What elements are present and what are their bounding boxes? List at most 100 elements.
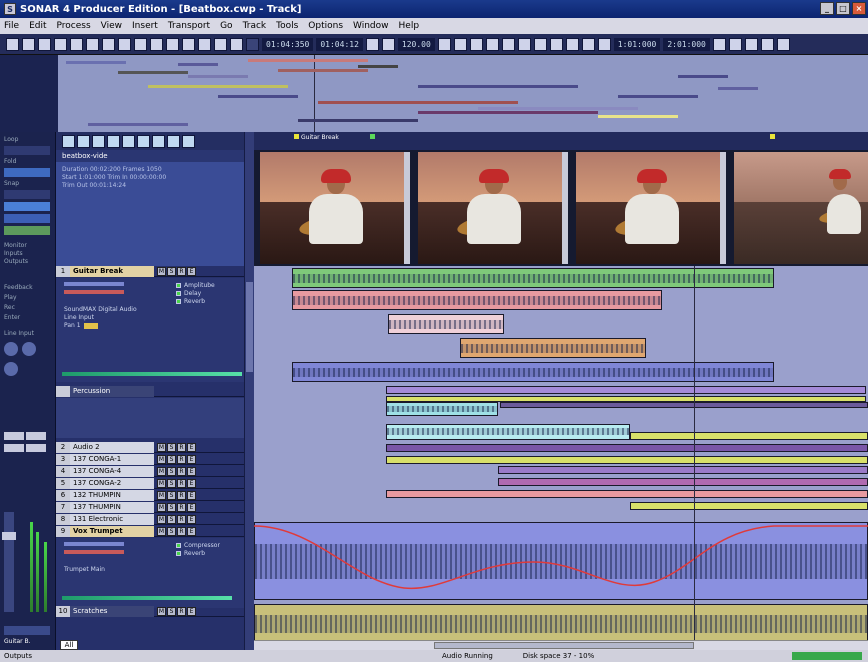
redo-icon[interactable] — [118, 37, 131, 51]
pan-slider[interactable] — [64, 290, 124, 294]
tempo-display[interactable]: 120.00 — [397, 37, 435, 51]
arm-button[interactable]: R — [177, 466, 186, 476]
arm-button[interactable]: R — [177, 502, 186, 512]
undo-icon[interactable] — [102, 37, 115, 51]
monitor-control[interactable] — [4, 226, 50, 235]
arm-button[interactable]: R — [177, 442, 186, 452]
minimize-icon[interactable]: _ — [820, 2, 834, 15]
navigator-pane[interactable] — [0, 54, 868, 133]
solo-button[interactable]: S — [167, 478, 176, 488]
menu-process[interactable]: Process — [57, 21, 91, 31]
select-icon[interactable] — [712, 37, 726, 51]
track-tool-all-icon[interactable] — [167, 134, 180, 148]
track-folder-row[interactable]: Percussion — [56, 385, 254, 397]
copy-icon[interactable] — [70, 37, 83, 51]
echo-button[interactable]: E — [187, 514, 196, 524]
rewind-icon[interactable] — [485, 37, 499, 51]
echo-button[interactable]: E — [187, 442, 196, 452]
loop-view-icon[interactable] — [198, 37, 211, 51]
solo-button[interactable]: S — [167, 442, 176, 452]
video-track-header[interactable]: beatbox-vide — [56, 150, 254, 162]
track-row[interactable]: 5 137 CONGA-2 MSRE — [56, 477, 254, 489]
percussion-clip-3[interactable] — [386, 402, 498, 416]
loop-end-display[interactable]: 2:01:000 — [663, 37, 710, 51]
conga-2-clip[interactable] — [498, 466, 868, 474]
echo-button[interactable]: E — [187, 266, 196, 276]
arm-button[interactable]: R — [177, 454, 186, 464]
stop-icon[interactable] — [501, 37, 515, 51]
save-icon[interactable] — [38, 37, 51, 51]
arm-button[interactable]: R — [177, 266, 186, 276]
snap-control[interactable] — [4, 190, 50, 199]
send-knob-icon[interactable] — [4, 362, 18, 376]
menu-file[interactable]: File — [4, 21, 19, 31]
volume-fader-track[interactable] — [4, 512, 14, 612]
solo-button[interactable]: S — [167, 514, 176, 524]
track-tool-more-icon[interactable] — [182, 134, 195, 148]
mute-button[interactable]: M — [157, 466, 166, 476]
now-time-display[interactable]: 01:04:350 — [262, 37, 314, 51]
fx-name[interactable]: Delay — [184, 290, 201, 297]
arm-button[interactable]: R — [177, 490, 186, 500]
conga-4-clip[interactable] — [386, 456, 868, 464]
punch-icon[interactable] — [581, 37, 595, 51]
track-name[interactable]: Audio 2 — [70, 441, 154, 453]
arm-button[interactable]: R — [177, 606, 186, 616]
solo-button[interactable]: S — [167, 490, 176, 500]
fx-enable-icon[interactable] — [176, 283, 181, 288]
echo-button[interactable]: E — [187, 466, 196, 476]
guitar-clip-5[interactable] — [292, 362, 774, 382]
staff-view-icon[interactable] — [182, 37, 195, 51]
menu-help[interactable]: Help — [399, 21, 420, 31]
percussion-clip-5[interactable] — [386, 424, 630, 440]
strip-fx-button[interactable] — [26, 444, 46, 452]
marker-3[interactable] — [770, 134, 777, 141]
solo-button[interactable]: S — [167, 526, 176, 536]
track-row[interactable]: 10 Scratches MSRE — [56, 605, 254, 617]
echo-button[interactable]: E — [187, 490, 196, 500]
pan-knob-icon[interactable] — [4, 342, 18, 356]
thumpin-2-clip[interactable] — [386, 490, 868, 498]
paste-icon[interactable] — [86, 37, 99, 51]
tempo-map-icon[interactable] — [469, 37, 483, 51]
track-tool-mix-icon[interactable] — [122, 134, 135, 148]
percussion-clip-4[interactable] — [500, 402, 868, 408]
solo-button[interactable]: S — [167, 502, 176, 512]
video-thumbnail-strip[interactable] — [254, 150, 868, 266]
track-name[interactable]: 137 CONGA-1 — [70, 453, 154, 465]
fx-enable-icon[interactable] — [176, 551, 181, 556]
mute-button[interactable]: M — [157, 526, 166, 536]
marker-icon[interactable] — [597, 37, 611, 51]
send-control[interactable]: Pan 1 — [64, 322, 98, 329]
navigator-overview[interactable] — [58, 55, 868, 133]
solo-button[interactable]: S — [167, 266, 176, 276]
piano-roll-icon[interactable] — [166, 37, 179, 51]
track-row[interactable]: 4 137 CONGA-4 MSRE — [56, 465, 254, 477]
arm-button[interactable]: R — [177, 478, 186, 488]
thumpin-clip[interactable] — [498, 478, 868, 486]
mute-button[interactable]: M — [157, 454, 166, 464]
loop-icon[interactable] — [565, 37, 579, 51]
guitar-clip-3[interactable] — [388, 314, 504, 334]
strip-mute-button[interactable] — [4, 432, 24, 440]
vox-volume-envelope[interactable] — [254, 522, 868, 600]
sync-icon[interactable] — [381, 37, 395, 51]
percussion-clip[interactable] — [386, 386, 866, 394]
fast-forward-icon[interactable] — [549, 37, 563, 51]
event-list-icon[interactable] — [214, 37, 227, 51]
mute-button[interactable]: M — [157, 502, 166, 512]
tab-all[interactable]: All — [60, 640, 78, 650]
zoom-icon[interactable] — [760, 37, 774, 51]
gain-knob-icon[interactable] — [22, 342, 36, 356]
solo-button[interactable]: S — [167, 466, 176, 476]
end-time-display[interactable]: 01:04:12 — [316, 37, 363, 51]
fx-enable-icon[interactable] — [176, 543, 181, 548]
input-source[interactable]: Line Input — [64, 314, 94, 321]
track-name[interactable]: 131 Electronic — [70, 513, 154, 525]
maximize-icon[interactable]: □ — [836, 2, 850, 15]
scratches-clip[interactable] — [254, 604, 868, 644]
track-tool-io-icon[interactable] — [152, 134, 165, 148]
clips-horizontal-scrollbar[interactable] — [254, 640, 868, 650]
track-row[interactable]: 3 137 CONGA-1 MSRE — [56, 453, 254, 465]
fx-enable-icon[interactable] — [176, 299, 181, 304]
